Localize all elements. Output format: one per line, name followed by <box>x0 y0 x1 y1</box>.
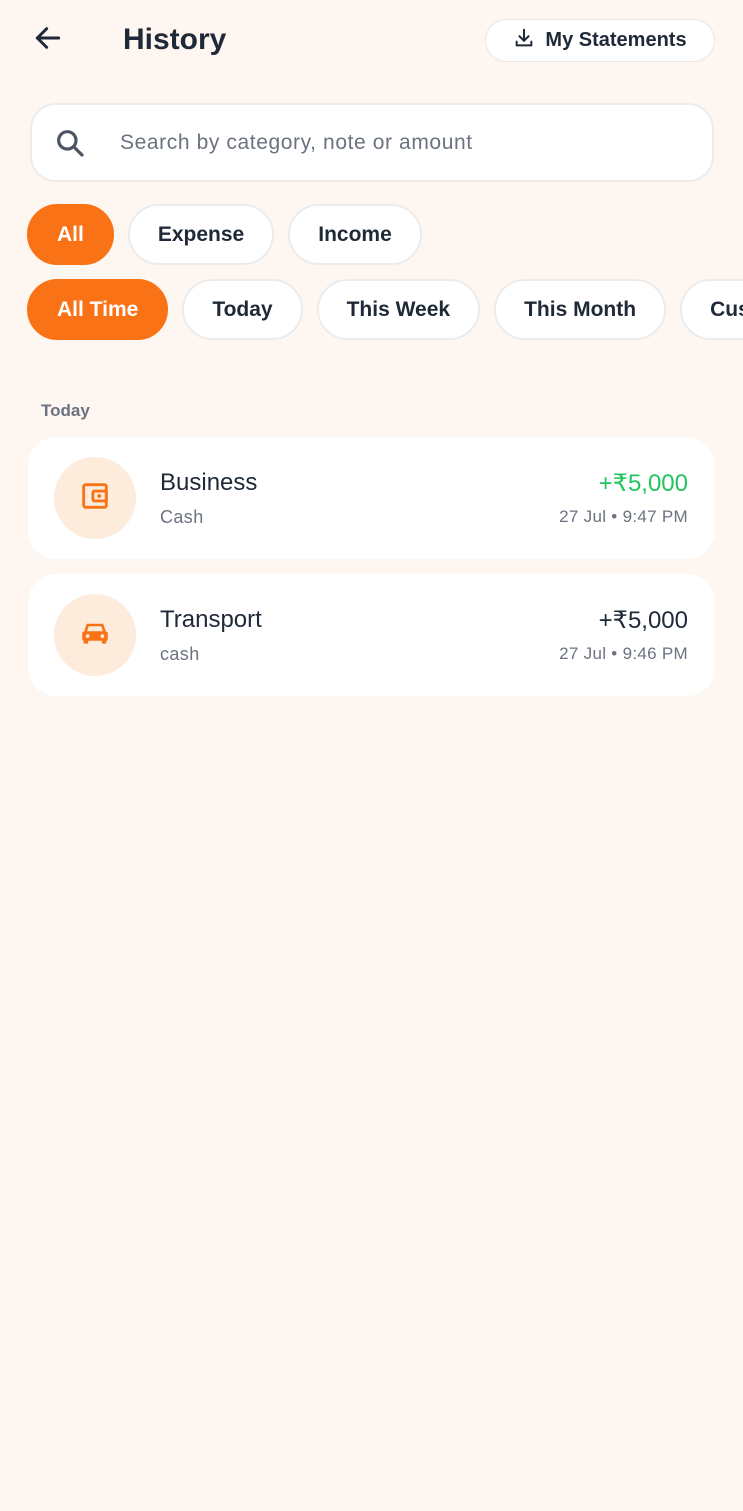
filter-chip-this-month[interactable]: This Month <box>494 279 667 340</box>
transaction-datetime: 27 Jul • 9:46 PM <box>559 644 688 663</box>
search-input[interactable] <box>120 130 680 155</box>
category-avatar <box>54 594 136 676</box>
transaction-account: Cash <box>160 507 204 527</box>
transaction-account: cash <box>160 644 200 664</box>
transaction-category: Transport <box>160 606 262 633</box>
transaction-item[interactable]: Transport cash +₹5,000 27 Jul • 9:46 PM <box>28 574 715 696</box>
category-avatar <box>54 457 136 539</box>
arrow-left-icon <box>32 22 64 59</box>
section-label-today: Today <box>41 401 90 420</box>
back-button[interactable] <box>26 20 70 60</box>
time-filter-row: All Time Today This Week This Month Cust… <box>27 279 743 340</box>
transaction-item[interactable]: Business Cash +₹5,000 27 Jul • 9:47 PM <box>28 437 715 559</box>
search-bar[interactable] <box>30 103 714 182</box>
filter-chip-today[interactable]: Today <box>182 279 303 340</box>
transaction-amount: +₹5,000 <box>598 607 688 634</box>
my-statements-label: My Statements <box>545 29 687 51</box>
page-title: History <box>123 23 227 56</box>
filter-chip-all-time[interactable]: All Time <box>27 279 169 340</box>
download-icon <box>513 27 535 54</box>
filter-chip-custom[interactable]: Custom <box>680 279 743 340</box>
search-icon <box>54 127 86 159</box>
filter-chip-this-week[interactable]: This Week <box>316 279 481 340</box>
transaction-category: Business <box>160 469 258 496</box>
car-icon <box>78 616 112 655</box>
transaction-amount: +₹5,000 <box>598 470 688 497</box>
history-screen: History My Statements All Expense Income… <box>0 0 743 1511</box>
my-statements-button[interactable]: My Statements <box>485 19 715 62</box>
filter-chip-all[interactable]: All <box>27 204 114 265</box>
filter-chip-income[interactable]: Income <box>288 204 422 265</box>
filter-chip-expense[interactable]: Expense <box>127 204 275 265</box>
transaction-datetime: 27 Jul • 9:47 PM <box>559 507 688 526</box>
wallet-icon <box>78 479 112 518</box>
type-filter-row: All Expense Income <box>27 204 422 265</box>
